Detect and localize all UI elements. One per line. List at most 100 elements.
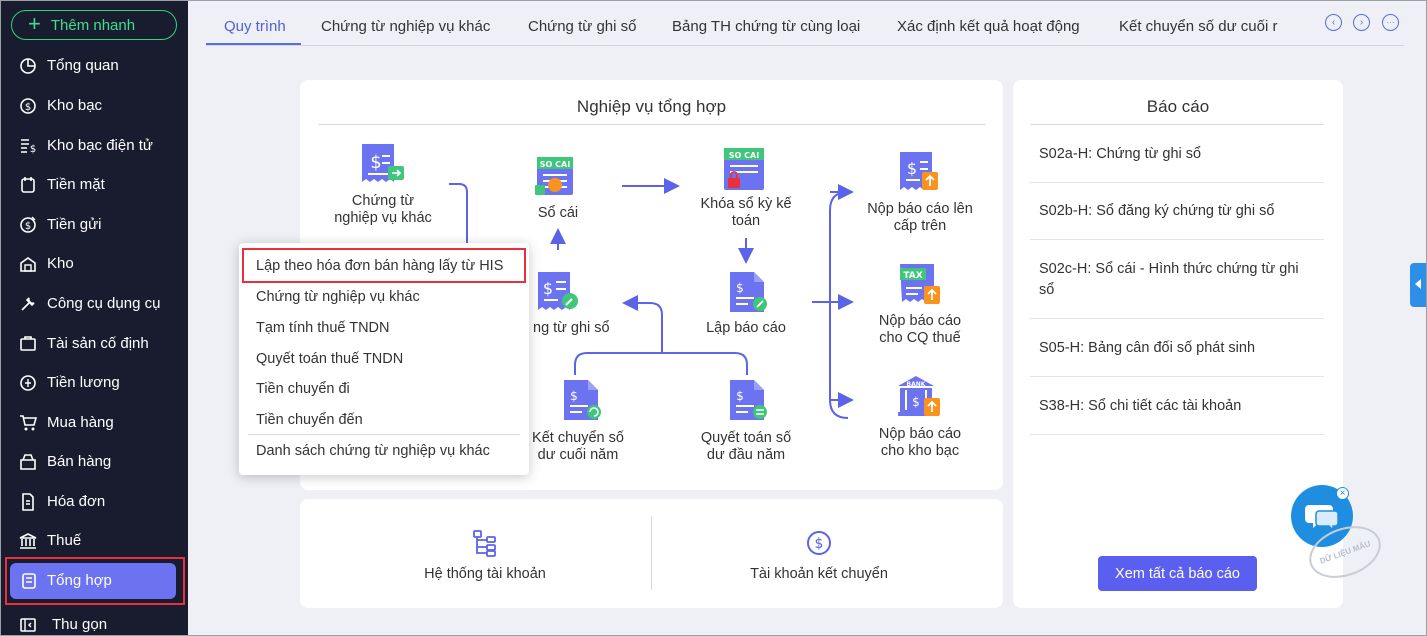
tab-carry-forward[interactable]: Kết chuyển số dư cuối r	[1119, 18, 1277, 35]
caret-left-icon	[1415, 279, 1421, 289]
sidebar-item-salary[interactable]: Tiền lương	[0, 365, 188, 401]
menu-item-voucher-list[interactable]: Danh sách chứng từ nghiệp vụ khác	[256, 443, 490, 459]
quick-add-button[interactable]: + Thêm nhanh	[11, 10, 177, 40]
node-nop-captren-line1[interactable]: Nộp báo cáo lên	[855, 201, 985, 218]
tab-voucher-summary[interactable]: Bảng TH chứng từ cùng loại	[672, 18, 860, 35]
sample-data-text: DỮ LIỆU MẪU	[1318, 538, 1372, 566]
node-lap-baocao[interactable]: Lập báo cáo	[686, 320, 806, 337]
chat-bubble-icon	[1305, 505, 1339, 531]
node-nop-captren-line2[interactable]: cấp trên	[855, 218, 985, 235]
node-khoaso-line1[interactable]: Khóa sổ kỳ kế	[686, 196, 806, 213]
report-separator	[1030, 239, 1324, 240]
side-panel-toggle[interactable]	[1410, 263, 1427, 307]
tab-more-button[interactable]: ···	[1382, 14, 1399, 31]
node-nop-thue-line1[interactable]: Nộp báo cáo	[855, 313, 985, 330]
node-quyettoan-line2[interactable]: dư đầu năm	[686, 447, 806, 464]
report-item-s02c[interactable]: S02c-H: Sổ cái - Hình thức chứng từ ghi	[1039, 259, 1299, 280]
tab-other-vouchers[interactable]: Chứng từ nghiệp vụ khác	[321, 18, 490, 35]
tab-results[interactable]: Xác định kết quả hoạt động	[897, 18, 1080, 35]
sidebar-item-label: Tiền lương	[47, 374, 120, 391]
collapse-icon	[20, 618, 36, 632]
salary-icon	[20, 375, 36, 391]
sidebar-item-fixed-assets[interactable]: Tài sản cố định	[0, 326, 188, 362]
report-item-s02b[interactable]: S02b-H: Sổ đăng ký chứng từ ghi sổ	[1039, 201, 1274, 222]
menu-item-transfer-out[interactable]: Tiền chuyển đi	[256, 381, 350, 397]
report-item-s05[interactable]: S05-H: Bảng cân đối số phát sinh	[1039, 338, 1255, 359]
sidebar-item-label: Kho	[47, 255, 74, 272]
menu-item-other-voucher[interactable]: Chứng từ nghiệp vụ khác	[256, 289, 420, 305]
tab-process[interactable]: Quy trình	[224, 18, 286, 35]
tab-prev-button[interactable]: ‹	[1325, 14, 1342, 31]
tab-next-button[interactable]: ›	[1353, 14, 1370, 31]
chevron-left-icon: ‹	[1331, 16, 1336, 28]
sidebar-item-label: Kho bạc	[47, 97, 103, 114]
sidebar-item-label: Tiền mặt	[47, 176, 105, 193]
sidebar-item-sales[interactable]: Bán hàng	[0, 444, 188, 480]
report-item-s02c-wrap[interactable]: sổ	[1039, 280, 1054, 301]
sidebar-item-tools[interactable]: Công cụ dụng cụ	[0, 286, 188, 322]
svg-text:$: $	[912, 395, 920, 409]
node-khoaso-line2[interactable]: toán	[686, 213, 806, 230]
node-ketchuyen-line2[interactable]: dư cuối năm	[518, 447, 638, 464]
sidebar: + Thêm nhanh Tổng quan $ Kho bạc $ Kho bạ…	[0, 0, 188, 636]
node-ctnvk-line1[interactable]: Chứng từ	[318, 193, 448, 210]
collapse-button[interactable]: Thu gọn	[0, 607, 188, 636]
ledger-voucher-icon: $	[538, 272, 578, 310]
sidebar-item-deposit[interactable]: $ Tiền gửi	[0, 207, 188, 243]
svg-text:$: $	[25, 221, 31, 232]
tax-badge: TAX	[903, 271, 922, 281]
report-separator	[1030, 434, 1324, 435]
cart-icon	[20, 415, 37, 431]
menu-divider	[248, 434, 520, 435]
menu-item-temp-tax[interactable]: Tạm tính thuế TNDN	[256, 320, 390, 336]
plus-icon: +	[28, 11, 41, 36]
account-system-link[interactable]: Hệ thống tài khoản	[385, 566, 585, 583]
tab-divider	[206, 45, 1404, 46]
svg-text:$: $	[30, 144, 36, 155]
account-tree-icon[interactable]	[472, 529, 498, 557]
node-ctnvk-line2[interactable]: nghiệp vụ khác	[318, 210, 448, 227]
report-item-s02a[interactable]: S02a-H: Chứng từ ghi sổ	[1039, 144, 1201, 165]
report-upper-icon: $	[900, 152, 938, 190]
e-treasury-icon: $	[21, 139, 36, 155]
node-nop-khobac-line2[interactable]: cho kho bạc	[855, 443, 985, 460]
node-nop-khobac-line1[interactable]: Nộp báo cáo	[855, 426, 985, 443]
sidebar-item-purchase[interactable]: Mua hàng	[0, 405, 188, 441]
sidebar-item-treasury[interactable]: $ Kho bạc	[0, 88, 188, 124]
sidebar-item-warehouse[interactable]: Kho	[0, 246, 188, 282]
menu-item-transfer-in[interactable]: Tiền chuyển đến	[256, 412, 363, 428]
node-so-cai[interactable]: Sổ cái	[508, 205, 608, 222]
svg-text:$: $	[543, 279, 553, 298]
tax-report-icon: TAX	[900, 264, 940, 304]
lock-ledger-badge: SO CAI	[729, 151, 759, 160]
report-item-s38[interactable]: S38-H: Sổ chi tiết các tài khoản	[1039, 396, 1241, 417]
transfer-account-link[interactable]: Tài khoản kết chuyển	[719, 566, 919, 583]
node-ketchuyen-line1[interactable]: Kết chuyển số	[518, 430, 638, 447]
dollar-circle-icon[interactable]: $	[806, 530, 832, 556]
lock-ledger-icon: SO CAI	[724, 148, 764, 190]
reports-title: Báo cáo	[1146, 97, 1210, 116]
create-report-icon: $	[730, 272, 767, 312]
sidebar-item-e-treasury[interactable]: $ Kho bạc điện tử	[0, 128, 188, 164]
report-separator	[1030, 376, 1324, 377]
asset-icon	[20, 336, 36, 351]
menu-item-tax-settlement[interactable]: Quyết toán thuế TNDN	[256, 351, 403, 367]
node-quyettoan-line1[interactable]: Quyết toán số	[686, 430, 806, 447]
chat-close-icon[interactable]: ×	[1336, 487, 1349, 500]
node-ct-ghiso[interactable]: ng từ ghi sổ	[533, 320, 623, 337]
sidebar-item-cash[interactable]: Tiền mặt	[0, 167, 188, 203]
sidebar-item-invoice[interactable]: Hóa đơn	[0, 484, 188, 520]
ledger-badge: SO CAI	[540, 160, 570, 169]
see-all-reports-button[interactable]: Xem tất cả báo cáo	[1098, 556, 1257, 591]
tab-ledger-vouchers[interactable]: Chứng từ ghi sổ	[528, 18, 636, 35]
sidebar-item-tax[interactable]: Thuế	[0, 523, 188, 559]
sidebar-item-overview[interactable]: Tổng quan	[0, 48, 188, 84]
report-separator	[1030, 318, 1324, 319]
node-nop-thue-line2[interactable]: cho CQ thuế	[855, 330, 985, 347]
warehouse-icon	[20, 257, 36, 272]
ledger-icon: SO CAI	[535, 157, 573, 195]
sidebar-item-label: Bán hàng	[47, 453, 112, 470]
collapse-label: Thu gọn	[52, 616, 108, 633]
cash-icon	[21, 177, 35, 193]
sales-icon	[20, 454, 36, 470]
